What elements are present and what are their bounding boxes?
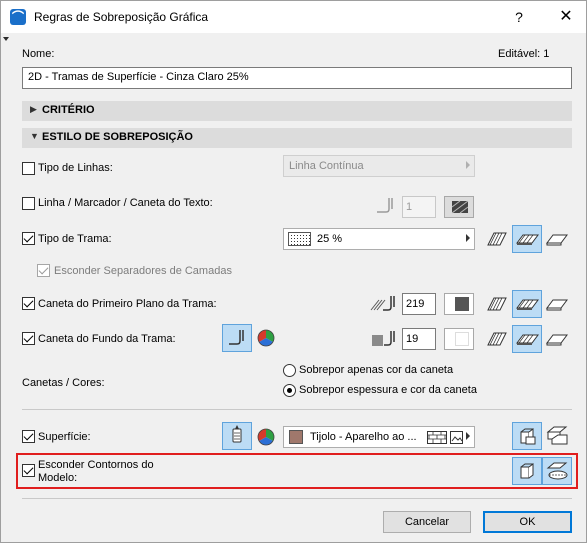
name-label: Nome: — [22, 48, 55, 60]
chevron-right-icon — [466, 432, 470, 440]
collapse-marker-icon — [3, 37, 9, 41]
bg-pen-checkbox[interactable] — [22, 332, 35, 345]
color-wheel-icon[interactable] — [257, 428, 275, 446]
pen-icon — [377, 198, 393, 213]
global-orientation-icon — [546, 299, 568, 311]
hatch-orientation-link-button[interactable] — [512, 225, 542, 253]
section-criteria[interactable]: ▶ CRITÉRIO — [22, 101, 572, 121]
section-divider — [22, 409, 572, 410]
fit-to-element-icon — [487, 297, 507, 311]
hatch-orientation-global-button[interactable] — [542, 225, 572, 253]
line-pen-number-field[interactable]: 1 — [402, 196, 436, 218]
archicad-app-icon: ⌒ — [10, 9, 26, 25]
pens-colors-label: Canetas / Cores: — [22, 377, 105, 389]
pen-icon — [229, 330, 244, 345]
section-criteria-label: CRITÉRIO — [42, 104, 95, 116]
bg-hatch-pen-icon — [372, 331, 395, 346]
ok-button[interactable]: OK — [483, 511, 572, 533]
dialog-window: ⌒ Regras de Sobreposição Gráfica ? ✕ Nom… — [0, 0, 587, 543]
title-bar: ⌒ Regras de Sobreposição Gráfica ? ✕ — [1, 1, 586, 33]
name-field[interactable]: 2D - Tramas de Superfície - Cinza Claro … — [22, 67, 572, 89]
fg-pen-link-button[interactable] — [512, 290, 542, 318]
hide-separators-checkbox[interactable] — [37, 264, 50, 277]
bg-pen-label: Caneta do Fundo da Trama: — [38, 333, 176, 345]
hide-contours-label-line2: Modelo: — [38, 472, 78, 484]
fg-pen-checkbox[interactable] — [22, 297, 35, 310]
section-style-label: ESTILO DE SOBREPOSIÇÃO — [42, 131, 193, 143]
fg-hatch-pen-icon — [370, 296, 395, 311]
surface-value: Tijolo - Aparelho ao ... — [310, 431, 417, 443]
link-to-origin-icon — [516, 234, 539, 245]
paint-bucket-icon — [232, 425, 242, 443]
global-orientation-icon — [546, 334, 568, 346]
line-type-checkbox[interactable] — [22, 162, 35, 175]
hatch-type-label: Tipo de Trama: — [38, 233, 112, 245]
radio-override-color-only[interactable] — [283, 364, 296, 377]
cube-contour-icon — [520, 463, 534, 479]
help-button[interactable]: ? — [504, 5, 534, 29]
chevron-right-icon — [466, 161, 470, 169]
color-wheel-icon[interactable] — [257, 329, 275, 347]
fg-pen-swatch[interactable] — [444, 293, 474, 315]
cancel-button[interactable]: Cancelar — [383, 511, 471, 533]
surface-option-2-button[interactable] — [542, 422, 572, 450]
fg-pen-label: Caneta do Primeiro Plano da Trama: — [38, 298, 217, 310]
window-title: Regras de Sobreposição Gráfica — [34, 10, 209, 24]
bg-pen-swatch[interactable] — [444, 328, 474, 350]
line-type-value: Linha Contínua — [289, 160, 364, 172]
fit-to-element-icon — [487, 232, 507, 246]
image-texture-icon — [450, 431, 463, 444]
bg-pen-number-field[interactable]: 19 — [402, 328, 436, 350]
chevron-right-icon — [466, 234, 470, 242]
close-button[interactable]: ✕ — [551, 5, 581, 29]
chevron-right-icon: ▶ — [30, 104, 37, 114]
brick-color-swatch — [289, 430, 303, 444]
dotted-fill-pattern-icon — [288, 232, 311, 246]
bg-pen-color — [455, 332, 469, 346]
chevron-down-icon: ▼ — [30, 131, 39, 141]
line-type-select[interactable]: Linha Contínua — [283, 155, 475, 177]
radio-override-color-only-label: Sobrepor apenas cor da caneta — [299, 364, 454, 376]
layered-contour-icon — [546, 462, 568, 480]
fg-pen-global-button[interactable] — [542, 290, 572, 318]
editable-count: Editável: 1 — [498, 48, 550, 60]
global-orientation-icon — [546, 234, 568, 246]
hatch-type-checkbox[interactable] — [22, 232, 35, 245]
fg-pen-number-field[interactable]: 219 — [402, 293, 436, 315]
bg-pen-link-button[interactable] — [512, 325, 542, 353]
footer-divider — [22, 498, 572, 499]
line-marker-label: Linha / Marcador / Caneta do Texto: — [38, 197, 213, 209]
hide-separators-label: Esconder Separadores de Camadas — [54, 265, 232, 277]
surface-mode-button[interactable] — [222, 422, 252, 450]
hatch-type-value: 25 % — [317, 233, 343, 245]
stacked-surface-icon — [546, 426, 568, 445]
link-to-origin-icon — [516, 334, 539, 345]
hide-contours-option-2-button[interactable] — [542, 457, 572, 485]
radio-override-weight-and-color-label: Sobrepor espessura e cor da caneta — [299, 384, 477, 396]
surface-option-1-button[interactable] — [512, 422, 542, 450]
fg-pen-fit-button[interactable] — [482, 290, 512, 318]
hide-contours-label-line1: Esconder Contornos do — [38, 459, 154, 471]
line-pen-swatch[interactable] — [444, 196, 474, 218]
link-to-origin-icon — [516, 299, 539, 310]
hide-contours-option-1-button[interactable] — [512, 457, 542, 485]
radio-override-weight-and-color[interactable] — [283, 384, 296, 397]
section-style[interactable]: ▼ ESTILO DE SOBREPOSIÇÃO — [22, 128, 572, 148]
fg-pen-color — [455, 297, 469, 311]
hatch-pattern-icon — [451, 200, 469, 214]
bg-pen-fit-button[interactable] — [482, 325, 512, 353]
line-type-label: Tipo de Linhas: — [38, 162, 113, 174]
bg-pen-global-button[interactable] — [542, 325, 572, 353]
surface-label: Superfície: — [38, 431, 91, 443]
surface-checkbox[interactable] — [22, 430, 35, 443]
surface-select[interactable]: Tijolo - Aparelho ao ... — [283, 426, 475, 448]
line-marker-checkbox[interactable] — [22, 197, 35, 210]
cube-surface-icon — [520, 428, 536, 445]
brick-pattern-icon — [427, 431, 447, 444]
hatch-type-select[interactable]: 25 % — [283, 228, 475, 250]
fit-to-element-icon — [487, 332, 507, 346]
bg-pen-mode-button[interactable] — [222, 324, 252, 352]
hatch-orientation-fit-button[interactable] — [482, 225, 512, 253]
hide-contours-checkbox[interactable] — [22, 464, 35, 477]
